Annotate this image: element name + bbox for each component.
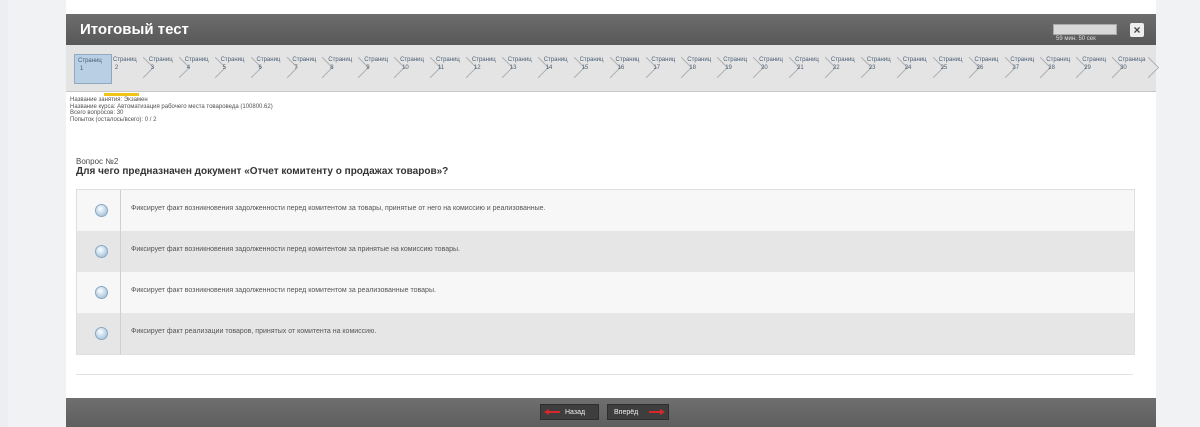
radio-button[interactable] [95, 327, 108, 340]
tab-page-18[interactable]: Страниц 18 [684, 54, 729, 84]
tab-page-30[interactable]: Страница 30 [1115, 54, 1160, 84]
answer-text: Фиксирует факт возникновения задолженнос… [131, 246, 460, 253]
tab-page-6[interactable]: Страниц 6 [254, 54, 298, 84]
divider [120, 272, 121, 313]
tab-page-15[interactable]: Страниц 15 [577, 54, 621, 84]
tab-page-25[interactable]: Страниц 25 [936, 54, 980, 84]
tab-page-16[interactable]: Страниц 16 [613, 54, 657, 84]
divider [120, 231, 121, 272]
tab-page-22[interactable]: Страниц 22 [828, 54, 872, 84]
divider [120, 313, 121, 354]
tab-page-9[interactable]: Страниц 9 [361, 54, 406, 84]
tab-page-3[interactable]: Страниц 3 [146, 54, 190, 84]
answer-list: Фиксирует факт возникновения задолженнос… [76, 189, 1135, 355]
radio-button[interactable] [95, 286, 108, 299]
tab-page-2[interactable]: Страниц 2 [110, 54, 154, 84]
tab-page-19[interactable]: Страниц 19 [720, 54, 765, 84]
current-page-indicator [104, 93, 139, 96]
answer-option[interactable]: Фиксирует факт возникновения задолженнос… [77, 190, 1134, 231]
tab-page-7[interactable]: Страниц 7 [289, 54, 334, 84]
tab-page-4[interactable]: Страниц 4 [182, 54, 226, 84]
tab-page-20[interactable]: Страниц 20 [756, 54, 801, 84]
tab-page-29[interactable]: Страниц 29 [1079, 54, 1124, 84]
window-title: Итоговый тест [80, 21, 189, 38]
tab-page-10[interactable]: Страниц 10 [397, 54, 442, 84]
attempts-count: Попыток (осталось/всего): 0 / 2 [70, 116, 157, 123]
navigation-bar: Назад Вперёд [66, 398, 1156, 427]
test-info: Название занятия: Экзамен Название курса… [70, 97, 273, 123]
tab-label: Страниц [78, 58, 102, 64]
answer-option[interactable]: Фиксирует факт возникновения задолженнос… [77, 231, 1134, 272]
tab-page-1[interactable]: Страниц 1 [74, 54, 112, 84]
radio-button[interactable] [95, 245, 108, 258]
tab-page-8[interactable]: Страниц 8 [325, 54, 370, 84]
title-bar: Итоговый тест 59 мин. 50 сек × [66, 14, 1156, 45]
tab-page-11[interactable]: Страниц 11 [433, 54, 478, 84]
tab-page-27[interactable]: Страниц 27 [1007, 54, 1052, 84]
tab-page-26[interactable]: Страниц 26 [972, 54, 1016, 84]
test-window: Итоговый тест 59 мин. 50 сек × Страниц 1 С… [66, 0, 1160, 427]
page-tabs: Страниц 1 Страниц 2 Страниц 3 Страниц 4 Страниц 5… [66, 45, 1160, 92]
arrow-right-icon [649, 409, 665, 415]
tab-page-13[interactable]: Страниц 13 [505, 54, 549, 84]
answer-option[interactable]: Фиксирует факт возникновения задолженнос… [77, 272, 1134, 313]
back-label: Назад [565, 409, 586, 416]
tab-page-21[interactable]: Страниц 21 [792, 54, 837, 84]
tab-page-12[interactable]: Страниц 12 [469, 54, 513, 84]
timer-text: 59 мин. 50 сек [1056, 36, 1096, 42]
tab-page-17[interactable]: Страниц 17 [648, 54, 693, 84]
forward-button[interactable]: Вперёд [607, 404, 669, 420]
answer-text: Фиксирует факт возникновения задолженнос… [131, 205, 546, 212]
back-button[interactable]: Назад [540, 404, 599, 420]
tab-page-24[interactable]: Страниц 24 [900, 54, 944, 84]
arrow-left-icon [544, 409, 560, 415]
question-number: Вопрос №2 [76, 157, 119, 166]
answer-option[interactable]: Фиксирует факт реализации товаров, приня… [77, 313, 1134, 354]
tab-page-14[interactable]: Страниц 14 [541, 54, 585, 84]
divider [76, 374, 1133, 375]
page-margin [0, 0, 8, 427]
tab-page-5[interactable]: Страниц 5 [218, 54, 262, 84]
answer-text: Фиксирует факт возникновения задолженнос… [131, 287, 436, 294]
close-button[interactable]: × [1130, 23, 1144, 37]
radio-button[interactable] [95, 204, 108, 217]
divider [120, 190, 121, 231]
tab-page-28[interactable]: Страниц 28 [1043, 54, 1088, 84]
tab-number: 1 [80, 66, 84, 72]
timer-progress-bar [1053, 24, 1117, 35]
forward-label: Вперёд [614, 409, 639, 416]
tab-page-23[interactable]: Страниц 23 [864, 54, 908, 84]
question-text: Для чего предназначен документ «Отчет ко… [76, 166, 449, 177]
answer-text: Фиксирует факт реализации товаров, приня… [131, 328, 377, 335]
